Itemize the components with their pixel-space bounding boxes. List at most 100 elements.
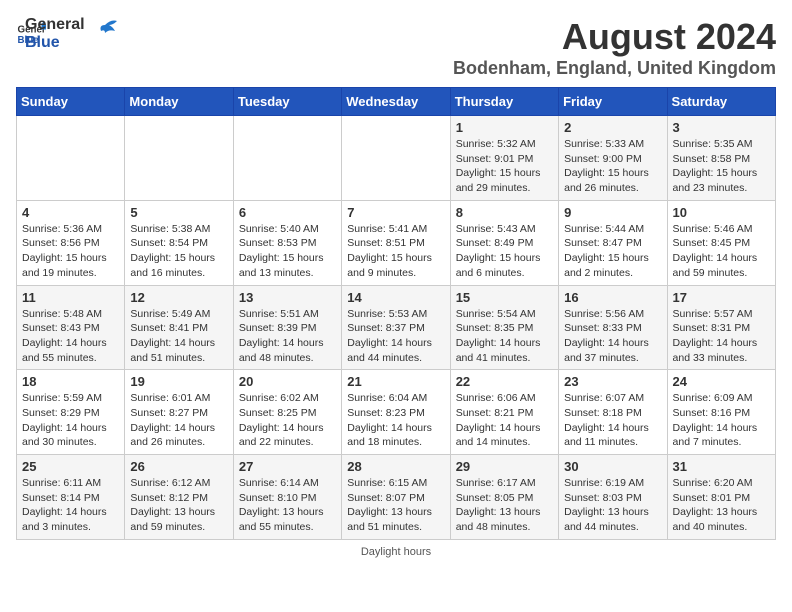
day-number: 19 (130, 374, 227, 389)
day-number: 20 (239, 374, 336, 389)
day-detail: Sunrise: 5:38 AM Sunset: 8:54 PM Dayligh… (130, 222, 227, 281)
day-detail: Sunrise: 6:20 AM Sunset: 8:01 PM Dayligh… (673, 476, 770, 535)
day-detail: Sunrise: 6:07 AM Sunset: 8:18 PM Dayligh… (564, 391, 661, 450)
day-cell: 28Sunrise: 6:15 AM Sunset: 8:07 PM Dayli… (342, 455, 450, 540)
col-header-saturday: Saturday (667, 88, 775, 116)
day-detail: Sunrise: 5:51 AM Sunset: 8:39 PM Dayligh… (239, 307, 336, 366)
month-year: August 2024 (453, 16, 776, 58)
day-detail: Sunrise: 5:40 AM Sunset: 8:53 PM Dayligh… (239, 222, 336, 281)
day-cell: 18 Sunrise: 5:59 AM Sunset: 8:29 PM Dayli… (17, 370, 125, 455)
logo: General Blue General Blue (16, 16, 119, 51)
day-cell: 9Sunrise: 5:44 AM Sunset: 8:47 PM Daylig… (559, 200, 667, 285)
day-number: 27 (239, 459, 336, 474)
day-cell: 2Sunrise: 5:33 AM Sunset: 9:00 PM Daylig… (559, 116, 667, 201)
day-number: 6 (239, 205, 336, 220)
col-header-friday: Friday (559, 88, 667, 116)
day-cell: 14 Sunrise: 5:53 AM Sunset: 8:37 PM Dayli… (342, 285, 450, 370)
location: Bodenham, England, United Kingdom (453, 58, 776, 79)
day-number: 1 (456, 120, 553, 135)
day-cell: 23 Sunrise: 6:07 AM Sunset: 8:18 PM Dayli… (559, 370, 667, 455)
day-detail: Sunrise: 5:46 AM Sunset: 8:45 PM Dayligh… (673, 222, 770, 281)
day-cell (233, 116, 341, 201)
day-number: 16 (564, 290, 661, 305)
day-detail: Sunrise: 5:53 AM Sunset: 8:37 PM Dayligh… (347, 307, 444, 366)
day-number: 4 (22, 205, 119, 220)
day-number: 3 (673, 120, 770, 135)
header: General Blue General Blue August 2024 Bo… (16, 16, 776, 79)
day-cell: 20 Sunrise: 6:02 AM Sunset: 8:25 PM Dayli… (233, 370, 341, 455)
day-number: 18 (22, 374, 119, 389)
day-detail: Sunrise: 5:48 AM Sunset: 8:43 PM Dayligh… (22, 307, 119, 366)
week-row-5: 25Sunrise: 6:11 AM Sunset: 8:14 PM Dayli… (17, 455, 776, 540)
day-number: 10 (673, 205, 770, 220)
day-cell: 29Sunrise: 6:17 AM Sunset: 8:05 PM Dayli… (450, 455, 558, 540)
day-number: 14 (347, 290, 444, 305)
col-header-wednesday: Wednesday (342, 88, 450, 116)
col-header-tuesday: Tuesday (233, 88, 341, 116)
day-cell: 26 Sunrise: 6:12 AM Sunset: 8:12 PM Dayli… (125, 455, 233, 540)
day-detail: Sunrise: 5:43 AM Sunset: 8:49 PM Dayligh… (456, 222, 553, 281)
week-row-4: 18 Sunrise: 5:59 AM Sunset: 8:29 PM Dayli… (17, 370, 776, 455)
title-area: August 2024 Bodenham, England, United Ki… (453, 16, 776, 79)
day-number: 7 (347, 205, 444, 220)
day-detail: Sunrise: 5:59 AM Sunset: 8:29 PM Dayligh… (22, 391, 119, 450)
day-number: 21 (347, 374, 444, 389)
logo-general: General (25, 16, 85, 34)
day-number: 8 (456, 205, 553, 220)
col-header-sunday: Sunday (17, 88, 125, 116)
day-detail: Sunrise: 5:32 AM Sunset: 9:01 PM Dayligh… (456, 137, 553, 196)
day-cell: 11Sunrise: 5:48 AM Sunset: 8:43 PM Dayli… (17, 285, 125, 370)
day-number: 23 (564, 374, 661, 389)
day-cell: 19 Sunrise: 6:01 AM Sunset: 8:27 PM Dayli… (125, 370, 233, 455)
calendar-table: SundayMondayTuesdayWednesdayThursdayFrid… (16, 87, 776, 540)
day-cell: 17 Sunrise: 5:57 AM Sunset: 8:31 PM Dayli… (667, 285, 775, 370)
day-number: 17 (673, 290, 770, 305)
day-cell: 27Sunrise: 6:14 AM Sunset: 8:10 PM Dayli… (233, 455, 341, 540)
day-detail: Sunrise: 6:04 AM Sunset: 8:23 PM Dayligh… (347, 391, 444, 450)
day-number: 13 (239, 290, 336, 305)
day-detail: Sunrise: 6:12 AM Sunset: 8:12 PM Dayligh… (130, 476, 227, 535)
day-cell: 6 Sunrise: 5:40 AM Sunset: 8:53 PM Daylig… (233, 200, 341, 285)
day-cell: 22Sunrise: 6:06 AM Sunset: 8:21 PM Dayli… (450, 370, 558, 455)
col-header-monday: Monday (125, 88, 233, 116)
day-number: 26 (130, 459, 227, 474)
day-cell: 13 Sunrise: 5:51 AM Sunset: 8:39 PM Dayli… (233, 285, 341, 370)
day-number: 30 (564, 459, 661, 474)
day-cell (17, 116, 125, 201)
day-number: 15 (456, 290, 553, 305)
col-header-thursday: Thursday (450, 88, 558, 116)
day-number: 5 (130, 205, 227, 220)
day-number: 12 (130, 290, 227, 305)
day-detail: Sunrise: 6:09 AM Sunset: 8:16 PM Dayligh… (673, 391, 770, 450)
day-number: 25 (22, 459, 119, 474)
day-number: 24 (673, 374, 770, 389)
day-cell: 15 Sunrise: 5:54 AM Sunset: 8:35 PM Dayli… (450, 285, 558, 370)
day-detail: Sunrise: 5:57 AM Sunset: 8:31 PM Dayligh… (673, 307, 770, 366)
day-cell: 8 Sunrise: 5:43 AM Sunset: 8:49 PM Daylig… (450, 200, 558, 285)
day-detail: Sunrise: 6:15 AM Sunset: 8:07 PM Dayligh… (347, 476, 444, 535)
day-number: 9 (564, 205, 661, 220)
day-detail: Sunrise: 6:01 AM Sunset: 8:27 PM Dayligh… (130, 391, 227, 450)
day-detail: Sunrise: 5:56 AM Sunset: 8:33 PM Dayligh… (564, 307, 661, 366)
day-cell: 16 Sunrise: 5:56 AM Sunset: 8:33 PM Dayli… (559, 285, 667, 370)
day-cell: 30 Sunrise: 6:19 AM Sunset: 8:03 PM Dayli… (559, 455, 667, 540)
week-row-1: 1 Sunrise: 5:32 AM Sunset: 9:01 PM Daylig… (17, 116, 776, 201)
day-detail: Sunrise: 5:54 AM Sunset: 8:35 PM Dayligh… (456, 307, 553, 366)
day-detail: Sunrise: 5:35 AM Sunset: 8:58 PM Dayligh… (673, 137, 770, 196)
day-cell: 21 Sunrise: 6:04 AM Sunset: 8:23 PM Dayli… (342, 370, 450, 455)
day-number: 22 (456, 374, 553, 389)
day-cell: 7 Sunrise: 5:41 AM Sunset: 8:51 PM Daylig… (342, 200, 450, 285)
day-detail: Sunrise: 6:02 AM Sunset: 8:25 PM Dayligh… (239, 391, 336, 450)
day-cell: 24 Sunrise: 6:09 AM Sunset: 8:16 PM Dayli… (667, 370, 775, 455)
week-row-2: 4 Sunrise: 5:36 AM Sunset: 8:56 PM Daylig… (17, 200, 776, 285)
day-cell: 1 Sunrise: 5:32 AM Sunset: 9:01 PM Daylig… (450, 116, 558, 201)
day-number: 31 (673, 459, 770, 474)
logo-blue: Blue (25, 34, 85, 52)
day-detail: Sunrise: 6:19 AM Sunset: 8:03 PM Dayligh… (564, 476, 661, 535)
day-detail: Sunrise: 5:41 AM Sunset: 8:51 PM Dayligh… (347, 222, 444, 281)
day-cell: 12Sunrise: 5:49 AM Sunset: 8:41 PM Dayli… (125, 285, 233, 370)
day-detail: Sunrise: 5:36 AM Sunset: 8:56 PM Dayligh… (22, 222, 119, 281)
day-cell: 25Sunrise: 6:11 AM Sunset: 8:14 PM Dayli… (17, 455, 125, 540)
header-row: SundayMondayTuesdayWednesdayThursdayFrid… (17, 88, 776, 116)
footer-note: Daylight hours (16, 546, 776, 558)
